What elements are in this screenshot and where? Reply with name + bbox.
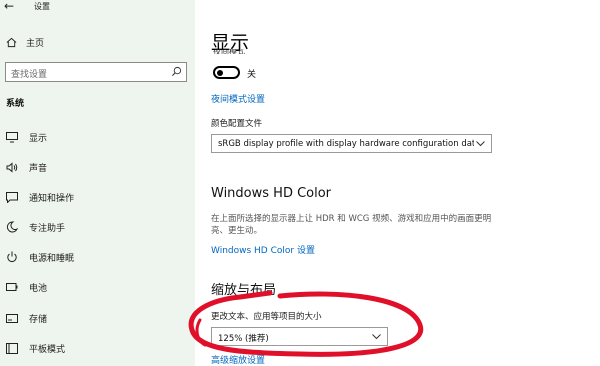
sidebar-item-label: 显示: [29, 133, 48, 144]
hd-color-title: Windows HD Color: [211, 186, 332, 201]
night-light-state: 关: [247, 70, 257, 80]
color-profile-value: sRGB display profile with display hardwa…: [218, 139, 474, 149]
sidebar-item-battery[interactable]: 电池: [6, 279, 191, 295]
chevron-down-icon: [372, 334, 381, 340]
sidebar-item-display[interactable]: 显示: [6, 129, 191, 145]
tablet-icon: [6, 342, 18, 354]
color-profile-dropdown[interactable]: sRGB display profile with display hardwa…: [211, 134, 492, 153]
main-content: 显示 夜间模式 关 夜间模式设置 颜色配置文件 sRGB display pro…: [195, 0, 600, 366]
scale-label: 更改文本、应用等项目的大小: [211, 312, 322, 322]
window-title: 设置: [34, 2, 50, 11]
speaker-icon: [6, 161, 18, 173]
sidebar-item-label: 存储: [29, 314, 48, 325]
back-arrow-icon[interactable]: ←: [4, 0, 14, 13]
sidebar-item-power-sleep[interactable]: 电源和睡眠: [6, 249, 191, 265]
moon-icon: [6, 221, 18, 233]
sidebar-item-label: 声音: [29, 163, 48, 174]
scale-layout-title: 缩放与布局: [211, 283, 277, 298]
scale-dropdown[interactable]: 125% (推荐): [211, 327, 388, 346]
hd-color-description: 在上面所选择的显示器上让 HDR 和 WCG 视频、游戏和应用中的画面更明亮、更…: [211, 214, 492, 236]
chevron-down-icon: [476, 141, 485, 147]
night-light-settings-link[interactable]: 夜间模式设置: [211, 92, 265, 105]
sidebar-item-sound[interactable]: 声音: [6, 159, 191, 175]
advanced-scaling-link[interactable]: 高级缩放设置: [211, 353, 265, 366]
toggle-knob: [217, 69, 223, 76]
sidebar-item-tablet-mode[interactable]: 平板模式: [6, 340, 191, 356]
sidebar: ← 设置 主页 查找设置 系统 显示 声音 通知和操作 专注助手 电源和睡眠 电…: [0, 0, 195, 366]
home-label: 主页: [26, 38, 45, 49]
sidebar-item-storage[interactable]: 存储: [6, 310, 191, 326]
sidebar-item-label: 平板模式: [29, 344, 66, 355]
search-input[interactable]: 查找设置: [5, 62, 187, 82]
sidebar-item-notifications[interactable]: 通知和操作: [6, 189, 191, 205]
battery-icon: [6, 281, 18, 293]
search-placeholder: 查找设置: [11, 70, 48, 80]
night-light-toggle[interactable]: [213, 66, 240, 79]
night-light-label: 夜间模式: [213, 49, 245, 54]
storage-icon: [6, 312, 18, 324]
section-header-system: 系统: [6, 99, 25, 109]
sidebar-item-label: 电池: [29, 283, 48, 294]
notification-icon: [6, 191, 18, 203]
home-button[interactable]: 主页: [6, 35, 44, 49]
search-icon[interactable]: [171, 66, 182, 77]
hd-color-settings-link[interactable]: Windows HD Color 设置: [211, 243, 315, 256]
monitor-icon: [6, 131, 18, 143]
scale-value: 125% (推荐): [218, 334, 269, 344]
home-icon: [6, 37, 17, 47]
title-bar: ← 设置: [0, 0, 195, 14]
sidebar-item-label: 电源和睡眠: [29, 253, 75, 264]
sidebar-item-label: 专注助手: [29, 223, 66, 234]
sidebar-item-label: 通知和操作: [29, 193, 75, 204]
power-icon: [6, 251, 18, 263]
color-profile-label: 颜色配置文件: [211, 119, 263, 129]
sidebar-item-focus-assist[interactable]: 专注助手: [6, 219, 191, 235]
